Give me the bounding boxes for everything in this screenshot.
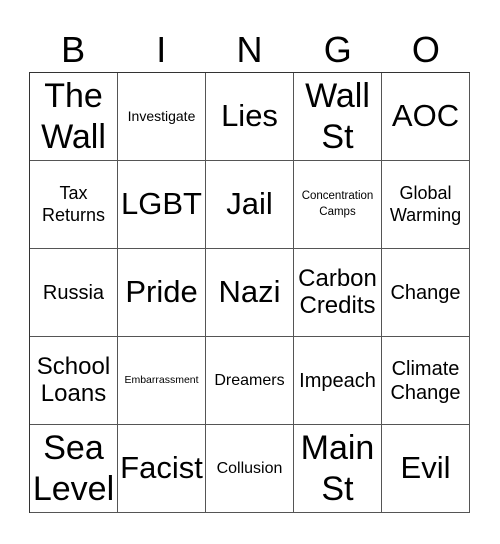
bingo-cell[interactable]: Climate Change	[382, 337, 470, 425]
cell-text: Nazi	[218, 274, 281, 310]
cell-text: School Loans	[36, 352, 111, 407]
cell-text: Main St	[300, 428, 375, 508]
cell-text: Evil	[400, 450, 451, 486]
bingo-cell[interactable]: AOC	[382, 73, 470, 161]
bingo-cell[interactable]: Impeach	[294, 337, 382, 425]
bingo-cell[interactable]: Pride	[118, 249, 206, 337]
bingo-cell[interactable]: Russia	[30, 249, 118, 337]
cell-text: Change	[390, 281, 461, 304]
bingo-cell[interactable]: Wall St	[294, 73, 382, 161]
cell-text: Tax Returns	[41, 182, 106, 225]
bingo-cell[interactable]: Embarrassment	[118, 337, 206, 425]
cell-text: Dreamers	[214, 371, 285, 389]
header-letter-n: N	[236, 29, 263, 70]
bingo-cell[interactable]: Collusion	[206, 425, 294, 513]
cell-text: AOC	[391, 98, 460, 134]
bingo-cell[interactable]: School Loans	[30, 337, 118, 425]
cell-text: Global Warming	[389, 182, 462, 225]
cell-text: Climate Change	[390, 357, 461, 404]
bingo-cell[interactable]: Main St	[294, 425, 382, 513]
bingo-cell[interactable]: The Wall	[30, 73, 118, 161]
cell-text: Concentration Camps	[301, 189, 374, 218]
bingo-cell[interactable]: Tax Returns	[30, 161, 118, 249]
bingo-header: B I N G O	[29, 28, 470, 72]
cell-text: Russia	[42, 281, 105, 304]
cell-text: LGBT	[121, 186, 202, 222]
cell-text: Sea Level	[32, 428, 115, 508]
header-letter-o: O	[411, 29, 440, 70]
cell-text: Wall St	[305, 76, 370, 156]
bingo-cell[interactable]: Evil	[382, 425, 470, 513]
header-letter-b: B	[61, 29, 86, 70]
cell-text: Embarrassment	[124, 373, 199, 386]
cell-text: Pride	[125, 274, 198, 310]
bingo-cell[interactable]: Nazi	[206, 249, 294, 337]
cell-text: The Wall	[41, 76, 106, 156]
bingo-cell[interactable]: LGBT	[118, 161, 206, 249]
cell-text: Carbon Credits	[298, 264, 377, 319]
bingo-cell[interactable]: Sea Level	[30, 425, 118, 513]
bingo-cell[interactable]: Carbon Credits	[294, 249, 382, 337]
bingo-cell[interactable]: Lies	[206, 73, 294, 161]
header-letter-g: G	[323, 29, 352, 70]
cell-text: Jail	[226, 186, 273, 222]
bingo-card-grid: The Wall Investigate Lies Wall St AOC Ta…	[29, 72, 470, 513]
bingo-cell[interactable]: Change	[382, 249, 470, 337]
cell-text: Impeach	[299, 369, 376, 392]
bingo-cell[interactable]: Jail	[206, 161, 294, 249]
cell-text: Facist	[120, 450, 203, 486]
bingo-cell[interactable]: Facist	[118, 425, 206, 513]
bingo-cell[interactable]: Concentration Camps	[294, 161, 382, 249]
bingo-cell[interactable]: Dreamers	[206, 337, 294, 425]
cell-text: Collusion	[216, 459, 283, 477]
header-letter-i: I	[156, 29, 167, 70]
cell-text: Lies	[221, 98, 278, 134]
bingo-cell[interactable]: Investigate	[118, 73, 206, 161]
bingo-cell[interactable]: Global Warming	[382, 161, 470, 249]
cell-text: Investigate	[127, 107, 196, 124]
